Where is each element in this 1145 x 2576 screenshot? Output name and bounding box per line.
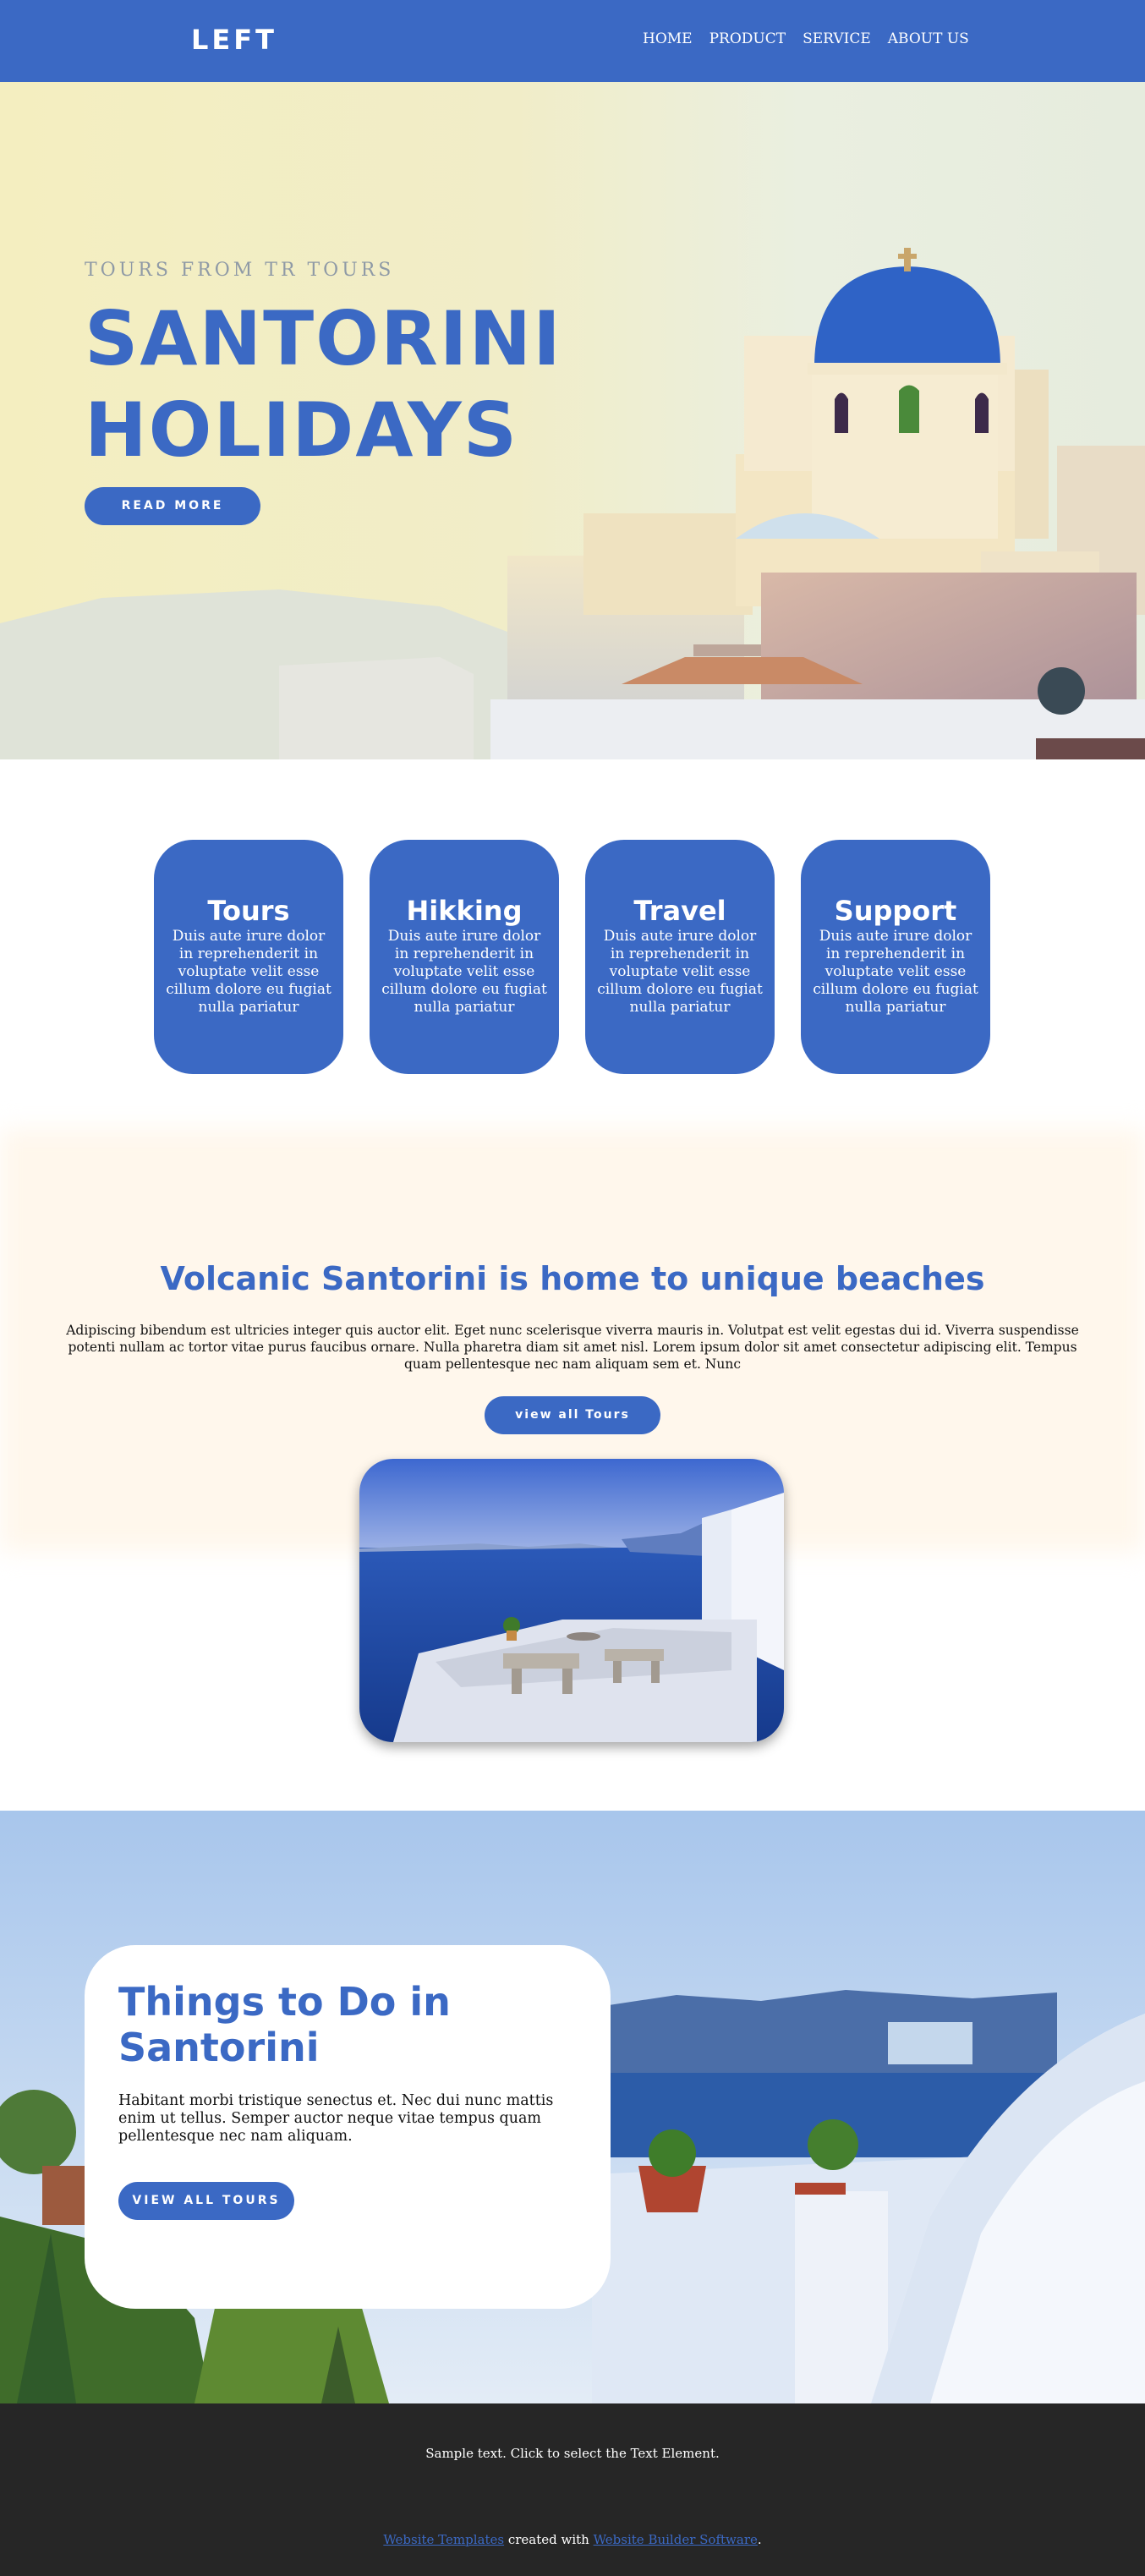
beaches-title: Volcanic Santorini is home to unique bea… [160,1260,985,1297]
footer-credit-middle: created with [504,2532,594,2547]
beach-terrace-image [359,1459,784,1742]
hero-title: SANTORINI HOLIDAYS [85,293,562,476]
feature-card-hikking[interactable]: Hikking Duis aute irure dolor in reprehe… [370,840,559,1074]
things-card: Things to Do in Santorini Habitant morbi… [85,1945,611,2309]
features-row: Tours Duis aute irure dolor in reprehend… [154,840,990,1074]
feature-card-support[interactable]: Support Duis aute irure dolor in reprehe… [801,840,990,1074]
view-all-tours-button[interactable]: view all Tours [485,1396,660,1434]
feature-card-text: Duis aute irure dolor in reprehenderit i… [597,928,763,1016]
feature-card-title: Hikking [406,895,523,927]
hero-title-line2: HOLIDAYS [85,386,519,474]
site-header: LEFT HOME PRODUCT SERVICE ABOUT US [0,0,1145,82]
nav-home-link[interactable]: HOME [643,30,693,47]
hero-subtitle: TOURS FROM TR TOURS [85,260,395,281]
hero-section: TOURS FROM TR TOURS SANTORINI HOLIDAYS R… [0,82,1145,759]
things-title: Things to Do in Santorini [118,1979,451,2070]
site-footer: Sample text. Click to select the Text El… [0,2403,1145,2576]
main-nav: HOME PRODUCT SERVICE ABOUT US [643,30,969,47]
feature-card-title: Support [834,895,957,927]
beaches-text: Adipiscing bibendum est ultricies intege… [66,1323,1079,1372]
footer-credit-end: . [757,2532,762,2547]
feature-card-text: Duis aute irure dolor in reprehenderit i… [813,928,978,1016]
website-builder-link[interactable]: Website Builder Software [594,2532,758,2547]
feature-card-tours[interactable]: Tours Duis aute irure dolor in reprehend… [154,840,343,1074]
site-logo[interactable]: LEFT [191,24,277,56]
feature-card-text: Duis aute irure dolor in reprehenderit i… [381,928,547,1016]
feature-card-travel[interactable]: Travel Duis aute irure dolor in reprehen… [585,840,775,1074]
footer-credit: Website Templates created with Website B… [0,2532,1145,2547]
read-more-button[interactable]: READ MORE [85,487,260,525]
view-all-tours-button-2[interactable]: VIEW ALL TOURS [118,2182,294,2220]
nav-service-link[interactable]: SERVICE [803,30,871,47]
feature-card-text: Duis aute irure dolor in reprehenderit i… [166,928,331,1016]
things-text: Habitant morbi tristique senectus et. Ne… [118,2092,554,2145]
nav-product-link[interactable]: PRODUCT [709,30,786,47]
hero-title-line1: SANTORINI [85,295,562,382]
feature-card-title: Travel [633,895,726,927]
footer-text[interactable]: Sample text. Click to select the Text El… [0,2446,1145,2461]
nav-about-link[interactable]: ABOUT US [888,30,969,47]
website-templates-link[interactable]: Website Templates [383,2532,504,2547]
feature-card-title: Tours [207,895,290,927]
